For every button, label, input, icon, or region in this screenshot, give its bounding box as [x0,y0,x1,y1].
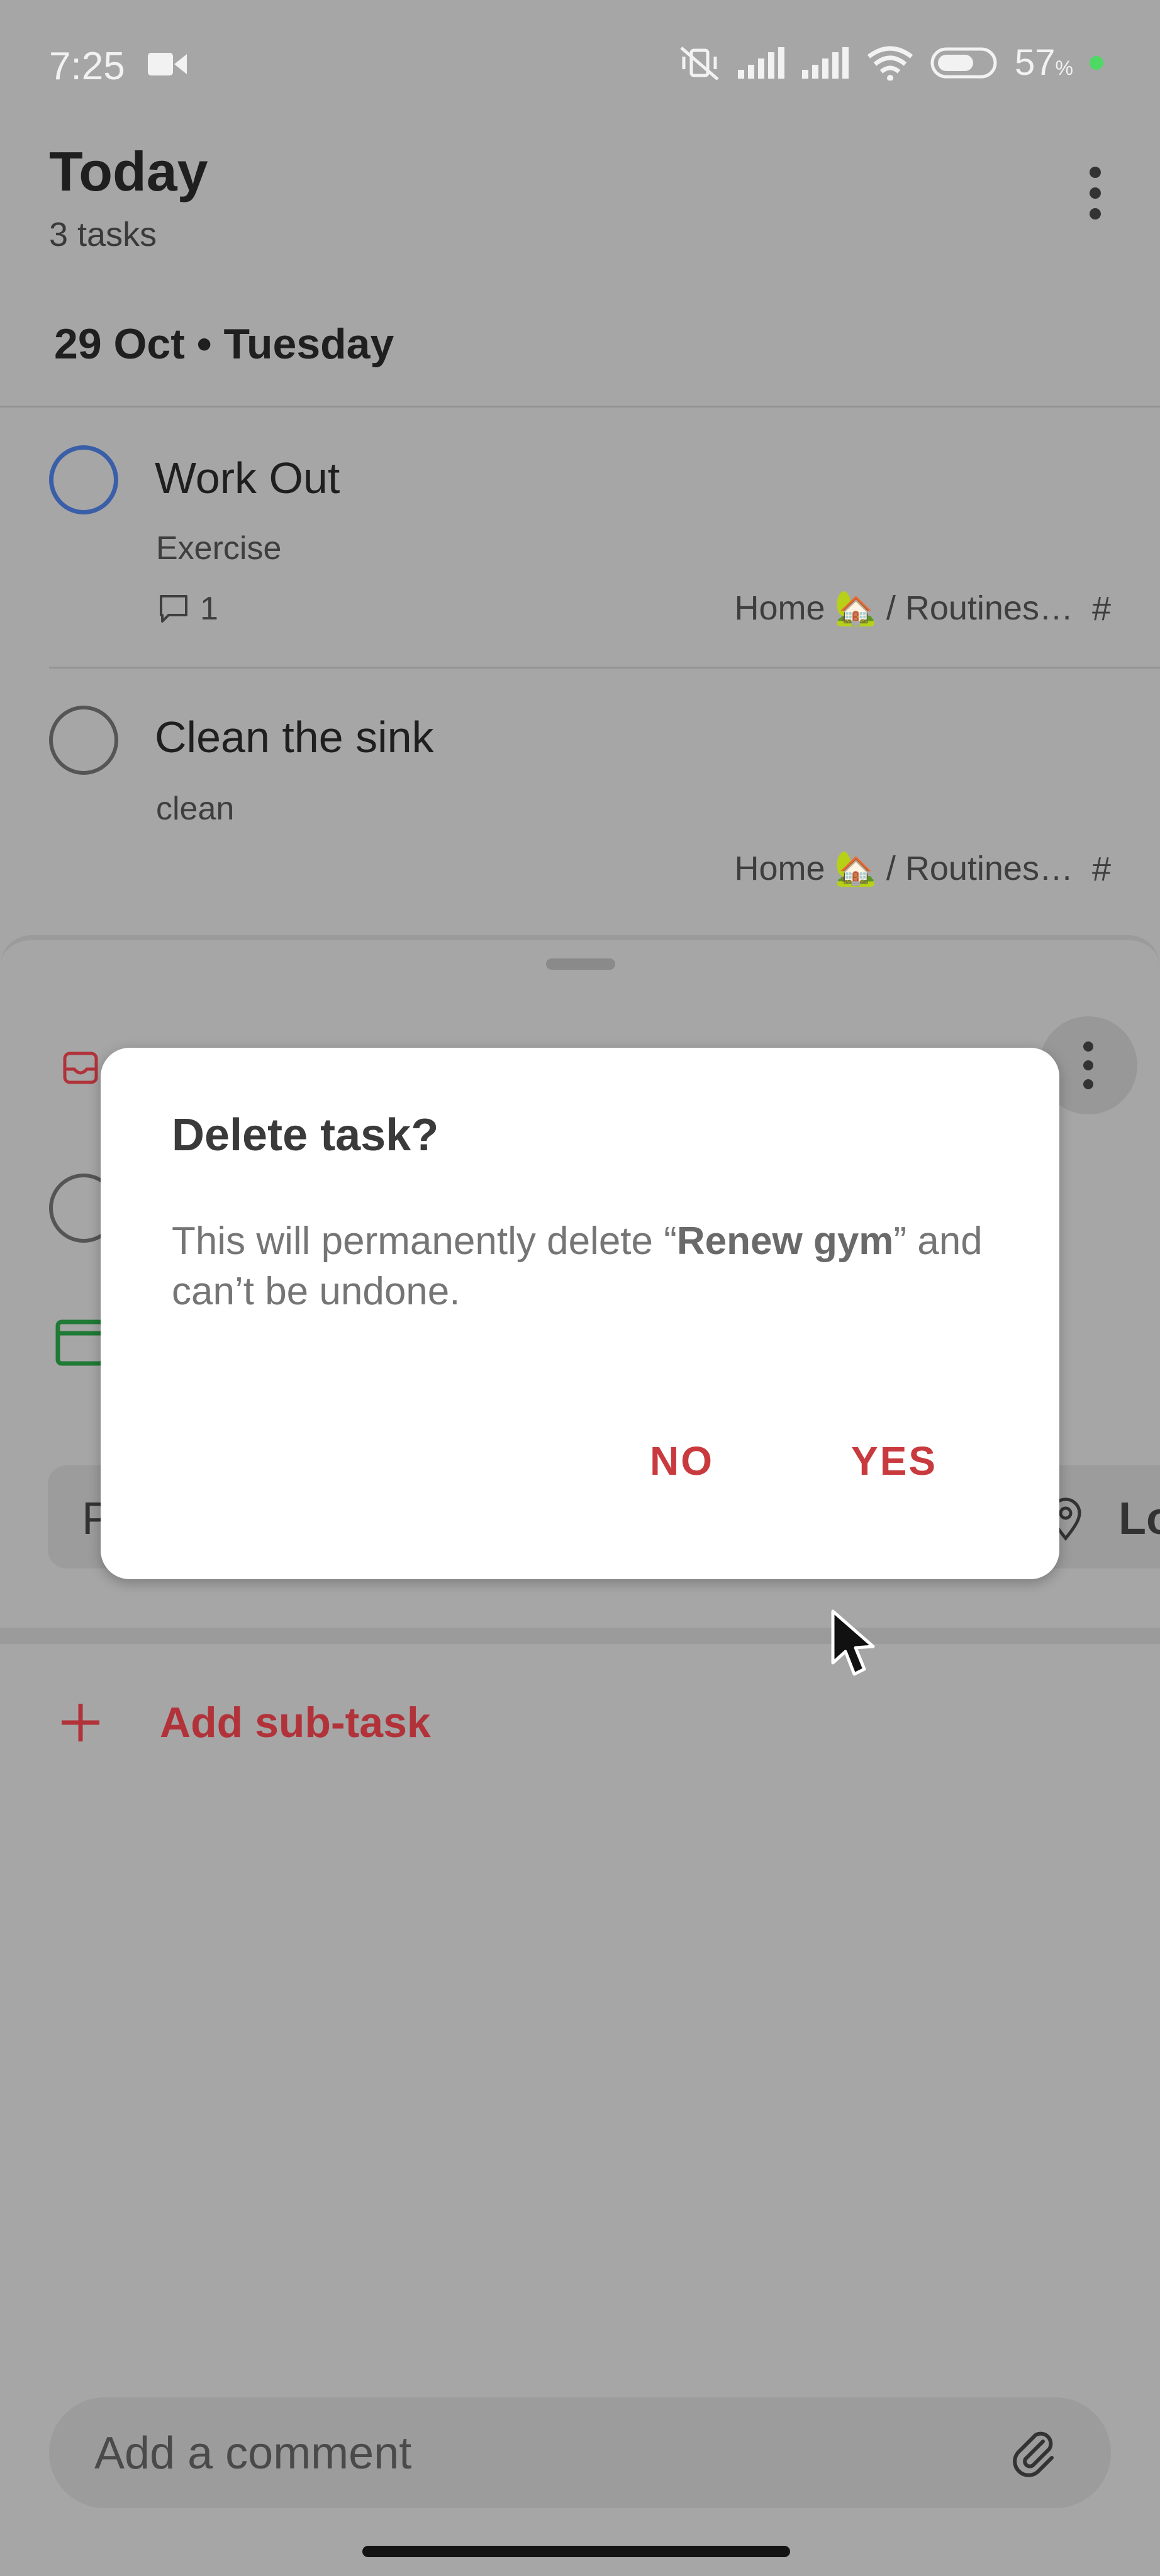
task-comments: 1 [156,590,218,628]
more-options-icon[interactable] [1081,165,1110,221]
add-subtask-label: Add sub-task [160,1699,431,1746]
task-title: Work Out [155,453,340,502]
charging-dot [1090,55,1103,70]
attachment-icon[interactable] [1007,2426,1059,2479]
signal-icon [802,47,849,79]
comment-icon [160,595,187,623]
project-path: Home 🏡 / Routines… [734,850,1073,887]
add-subtask-button[interactable]: Add sub-task [58,1698,431,1747]
more-options-icon [1083,1041,1093,1089]
task-description: clean [156,791,235,827]
mouse-cursor-icon [831,1609,875,1676]
battery-icon [930,47,997,78]
calendar-icon [55,1319,106,1366]
date-section-header: 29 Oct • Tuesday [54,320,394,368]
dialog-title: Delete task? [172,1110,439,1160]
video-camera-icon [148,53,187,75]
comment-input[interactable]: Add a comment [49,2397,1111,2508]
comment-count: 1 [200,591,218,627]
task-project[interactable]: Home 🏡 / Routines… # [735,589,1111,628]
home-indicator[interactable] [362,2546,790,2557]
plus-icon [62,1704,99,1741]
status-bar: 7:25 57% [0,0,1160,132]
dialog-message: This will permanently delete “Renew gym”… [172,1219,983,1313]
status-icons: 57% [678,42,1103,84]
task-name: Renew gym [676,1219,894,1263]
divider [0,1628,1160,1644]
wifi-icon [867,46,913,80]
task-title: Clean the sink [155,713,434,762]
sheet-drag-handle[interactable] [546,958,615,970]
project-tag-icon: # [1091,589,1111,628]
divider [49,667,1160,669]
project-path: Home 🏡 / Routines… [734,589,1073,627]
comment-placeholder: Add a comment [94,2428,412,2479]
yes-button[interactable]: YES [851,1438,937,1484]
screen: 7:25 57% Today 3 tasks 29 Oct • Tuesday … [0,0,1160,2576]
location-chip-label: Lo [1118,1494,1160,1544]
divider [0,406,1160,408]
mute-vibrate-icon [680,46,719,80]
signal-icon [738,47,785,79]
project-tag-icon: # [1091,850,1111,888]
inbox-icon [63,1052,98,1084]
delete-task-dialog: Delete task? This will permanently delet… [101,1048,1059,1579]
task-checkbox[interactable] [49,445,118,514]
page-title: Today [49,140,208,203]
battery-percent: 57% [1015,42,1073,83]
task-description: Exercise [156,530,282,567]
task-project[interactable]: Home 🏡 / Routines… # [735,849,1111,889]
task-checkbox[interactable] [49,706,118,775]
no-button[interactable]: NO [650,1438,714,1484]
task-count: 3 tasks [49,216,157,253]
status-time: 7:25 [49,45,125,88]
